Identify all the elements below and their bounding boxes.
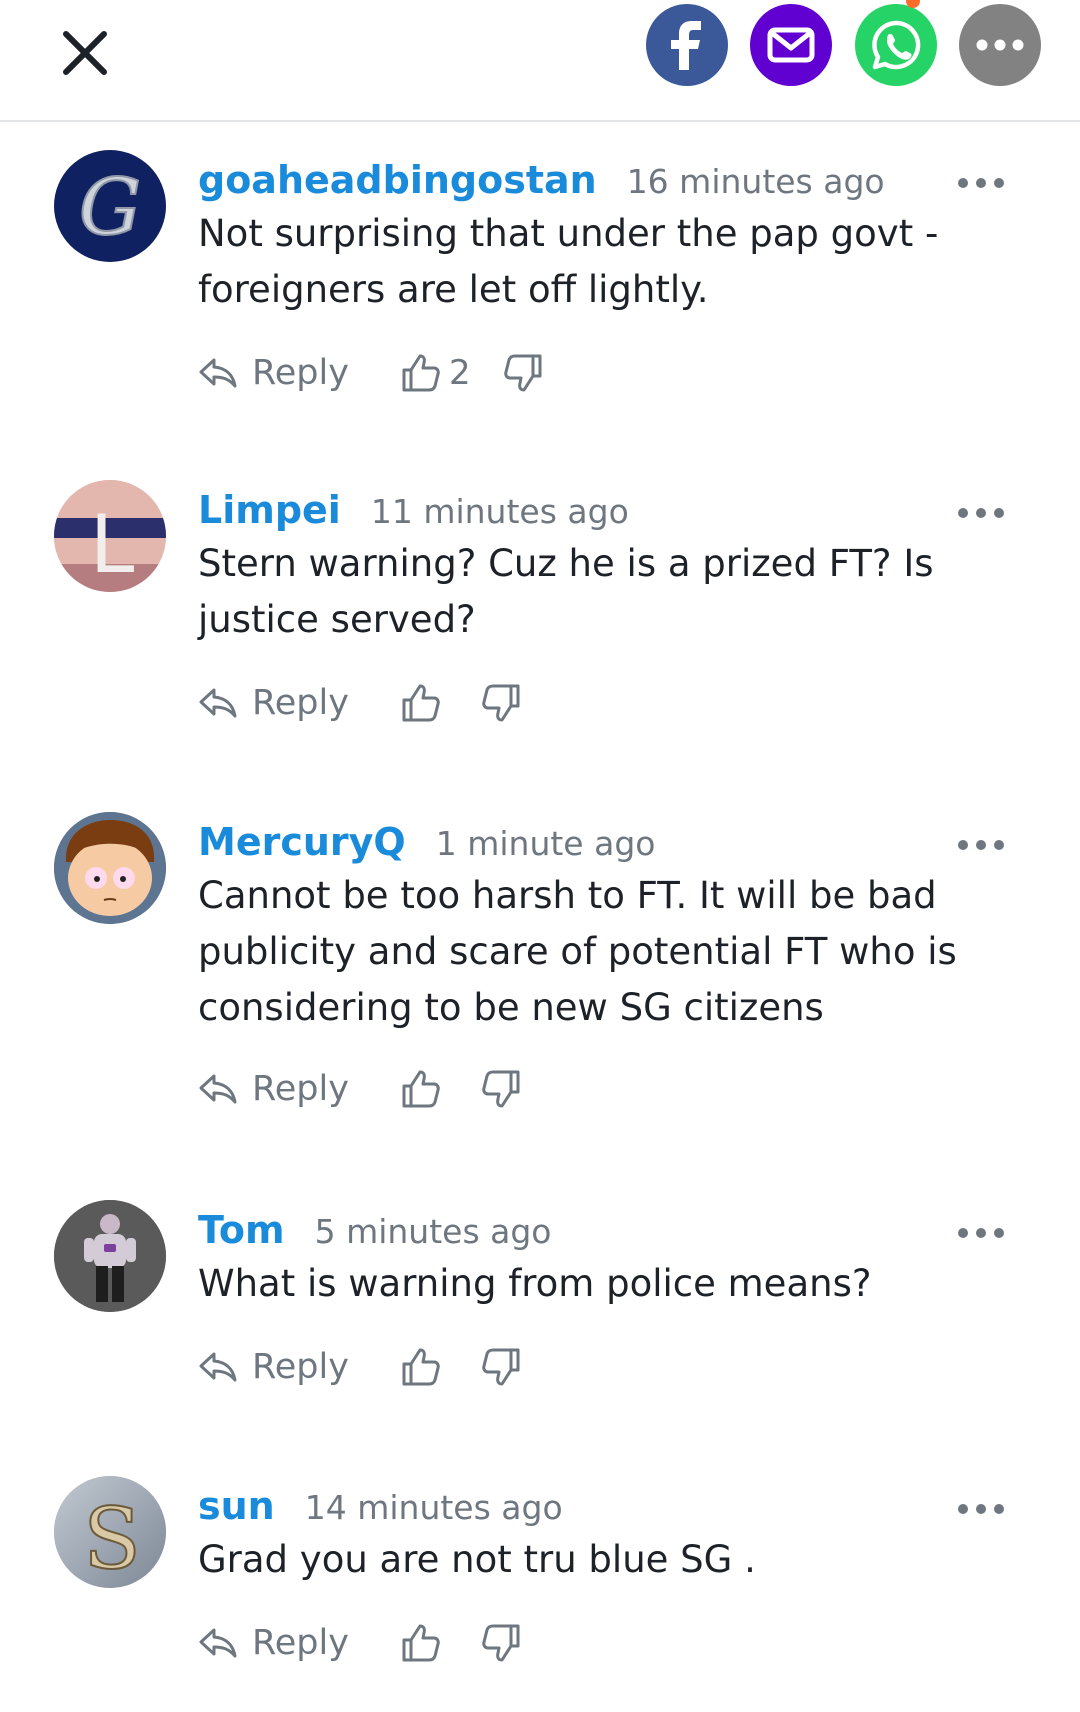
reply-icon: [199, 1628, 237, 1658]
timestamp: 1 minute ago: [435, 824, 656, 863]
reply-button[interactable]: Reply: [198, 1623, 349, 1663]
reply-label: Reply: [252, 1623, 349, 1663]
email-share-button[interactable]: [750, 4, 832, 86]
thumbs-up-icon: [402, 1624, 440, 1662]
upvote-button[interactable]: [401, 683, 449, 723]
downvote-button[interactable]: [481, 1347, 521, 1387]
reply-label: Reply: [252, 683, 349, 723]
avatar[interactable]: [54, 812, 166, 924]
upvote-button[interactable]: [401, 1069, 449, 1109]
comment-menu-icon[interactable]: [958, 1504, 1004, 1518]
avatar[interactable]: L: [54, 480, 166, 592]
facebook-share-button[interactable]: [646, 4, 728, 86]
svg-text:L: L: [90, 498, 135, 591]
downvote-button[interactable]: [481, 683, 521, 723]
thumbs-up-icon: [402, 354, 440, 392]
upvote-button[interactable]: 2: [401, 353, 471, 393]
comment-text: Stern warning? Cuz he is a prized FT? Is…: [198, 542, 934, 641]
close-button[interactable]: [58, 26, 112, 80]
mail-icon: [767, 27, 815, 63]
more-share-button[interactable]: [959, 4, 1041, 86]
comment-text: Not surprising that under the pap govt -…: [198, 212, 939, 311]
username[interactable]: MercuryQ: [198, 820, 406, 864]
thumbs-down-icon: [482, 1348, 520, 1386]
comment-menu-icon[interactable]: [958, 840, 1004, 854]
svg-text:S: S: [83, 1490, 141, 1588]
downvote-button[interactable]: [481, 1069, 521, 1109]
reply-icon: [199, 1074, 237, 1104]
comment-text: Cannot be too harsh to FT. It will be ba…: [198, 874, 957, 1029]
upvote-button[interactable]: [401, 1347, 449, 1387]
comment-menu-icon[interactable]: [958, 508, 1004, 522]
thumbs-down-icon: [482, 1624, 520, 1662]
reply-icon: [199, 358, 237, 388]
more-icon: [976, 39, 1024, 51]
reply-button[interactable]: Reply: [198, 1347, 349, 1387]
comment-text: Grad you are not tru blue SG .: [198, 1538, 756, 1581]
close-icon: [63, 31, 107, 75]
reply-label: Reply: [252, 353, 349, 393]
timestamp: 5 minutes ago: [314, 1212, 552, 1251]
reply-icon: [199, 1352, 237, 1382]
thumbs-up-icon: [402, 1070, 440, 1108]
username[interactable]: sun: [198, 1484, 275, 1528]
whatsapp-icon: [872, 20, 921, 70]
downvote-button[interactable]: [481, 1623, 521, 1663]
whatsapp-share-button[interactable]: [855, 4, 937, 86]
username[interactable]: goaheadbingostan: [198, 158, 597, 202]
reply-icon: [199, 688, 237, 718]
reply-button[interactable]: Reply: [198, 353, 349, 393]
comment-text: What is warning from police means?: [198, 1262, 872, 1305]
thumbs-up-icon: [402, 1348, 440, 1386]
svg-text:G: G: [79, 163, 141, 253]
downvote-button[interactable]: [503, 353, 543, 393]
share-header: [0, 0, 1080, 122]
timestamp: 11 minutes ago: [370, 492, 629, 531]
reply-label: Reply: [252, 1347, 349, 1387]
thumbs-down-icon: [482, 1070, 520, 1108]
username[interactable]: Limpei: [198, 488, 341, 532]
comment-menu-icon[interactable]: [958, 1228, 1004, 1242]
thumbs-down-icon: [482, 684, 520, 722]
timestamp: 16 minutes ago: [626, 162, 885, 201]
avatar[interactable]: [54, 1200, 166, 1312]
avatar[interactable]: G: [54, 150, 166, 262]
upvote-button[interactable]: [401, 1623, 449, 1663]
facebook-icon: [671, 21, 701, 70]
thumbs-up-icon: [402, 684, 440, 722]
upvote-count: 2: [448, 353, 471, 393]
notification-dot: [906, 0, 920, 8]
reply-label: Reply: [252, 1069, 349, 1109]
thumbs-down-icon: [503, 354, 542, 392]
username[interactable]: Tom: [198, 1208, 285, 1252]
comment-menu-icon[interactable]: [958, 178, 1004, 192]
reply-button[interactable]: Reply: [198, 1069, 349, 1109]
timestamp: 14 minutes ago: [304, 1488, 563, 1527]
reply-button[interactable]: Reply: [198, 683, 349, 723]
avatar[interactable]: S: [54, 1476, 166, 1588]
